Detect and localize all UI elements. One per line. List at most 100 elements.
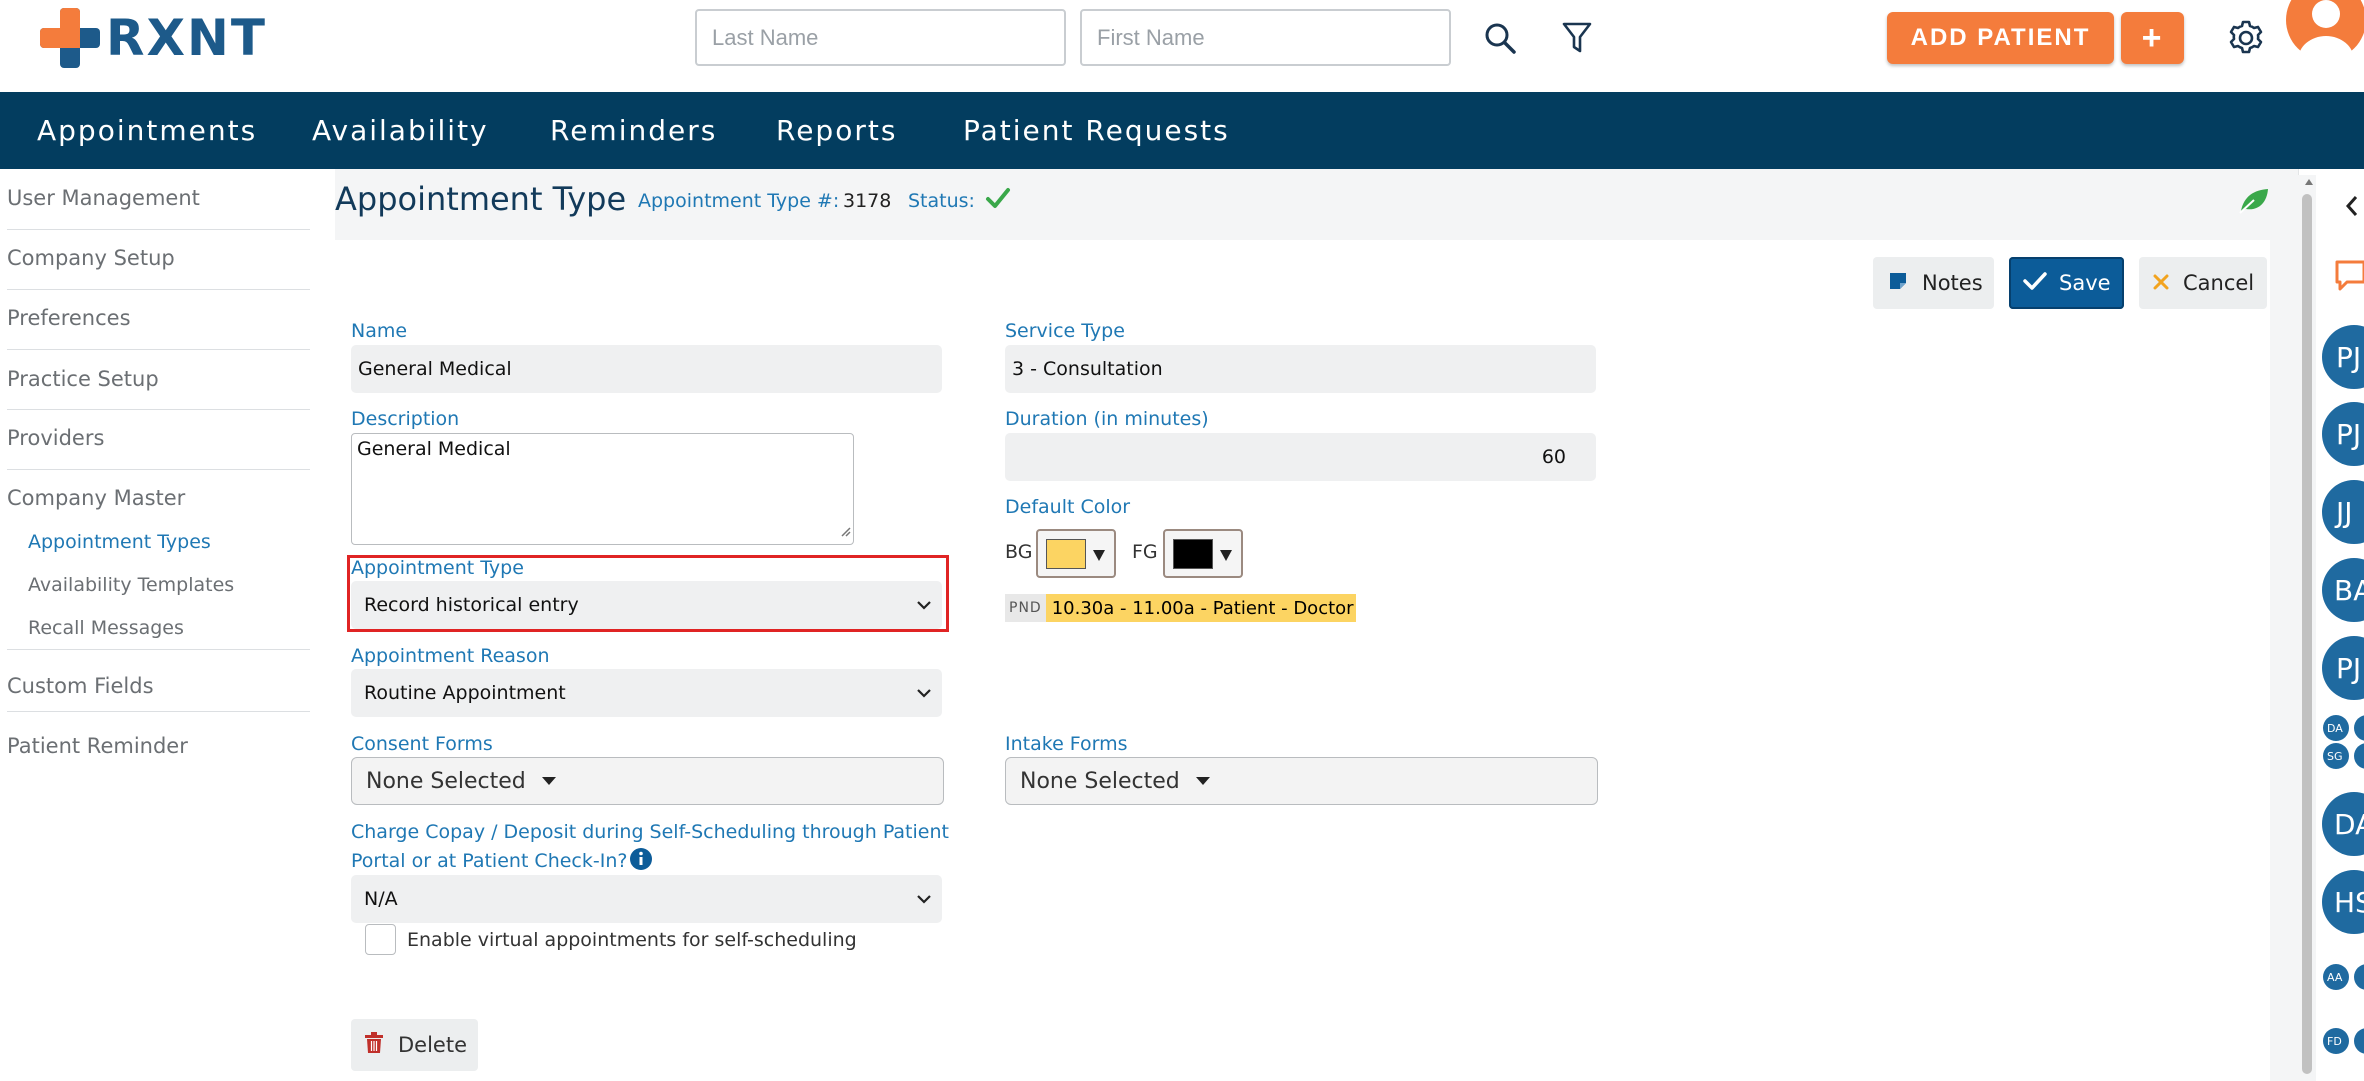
- bg-color-swatch: [1046, 539, 1086, 569]
- user-avatar[interactable]: [2286, 0, 2364, 72]
- info-icon[interactable]: [629, 847, 653, 876]
- caret-down-icon: [541, 777, 556, 785]
- notes-button-label: Notes: [1922, 271, 1983, 295]
- sidebar-divider: [7, 649, 310, 650]
- status-label: Status:: [908, 190, 975, 212]
- service-type-input[interactable]: 3 - Consultation: [1005, 345, 1596, 393]
- rail-small-avatar[interactable]: DA: [2323, 715, 2349, 741]
- intake-forms-value: None Selected: [1020, 768, 1180, 794]
- consent-forms-select[interactable]: None Selected: [351, 757, 944, 805]
- sidebar-divider: [7, 349, 310, 350]
- sidebar-item-custom-fields[interactable]: Custom Fields: [7, 674, 154, 698]
- bg-color-picker[interactable]: [1036, 529, 1116, 578]
- first-name-input[interactable]: [1080, 9, 1451, 66]
- sidebar-item-company-setup[interactable]: Company Setup: [7, 246, 175, 270]
- fg-label: FG: [1132, 541, 1158, 563]
- description-label: Description: [351, 408, 460, 430]
- logo-cross-icon: [40, 8, 100, 68]
- service-type-label: Service Type: [1005, 320, 1125, 342]
- add-patient-button[interactable]: ADD PATIENT: [1887, 12, 2114, 64]
- scrollbar-thumb[interactable]: [2302, 194, 2312, 1074]
- sidebar-subitem-availability-templates[interactable]: Availability Templates: [28, 574, 234, 596]
- rail-small-avatar[interactable]: SG: [2323, 743, 2349, 769]
- sidebar-item-user-management[interactable]: User Management: [7, 186, 200, 210]
- intake-forms-select[interactable]: None Selected: [1005, 757, 1598, 805]
- page-title: Appointment Type: [335, 180, 627, 218]
- trash-icon: [364, 1031, 384, 1059]
- chevron-down-icon: [914, 683, 934, 703]
- consent-forms-value: None Selected: [366, 768, 526, 794]
- nav-reminders[interactable]: Reminders: [550, 114, 717, 147]
- nav-patient-requests[interactable]: Patient Requests: [963, 114, 1230, 147]
- last-name-input[interactable]: [695, 9, 1066, 66]
- status-check-icon: [985, 186, 1011, 215]
- appointment-type-number-label: Appointment Type #:: [638, 190, 840, 212]
- appointment-type-select[interactable]: Record historical entry: [351, 581, 942, 629]
- sidebar-item-patient-reminder[interactable]: Patient Reminder: [7, 734, 188, 758]
- rail-small-avatar[interactable]: FD: [2323, 1028, 2349, 1054]
- appointment-type-value: Record historical entry: [364, 594, 579, 616]
- search-icon[interactable]: [1476, 14, 1524, 62]
- cancel-button[interactable]: Cancel: [2139, 257, 2267, 309]
- sidebar-item-practice-setup[interactable]: Practice Setup: [7, 367, 159, 391]
- appointment-type-number-value: 3178: [843, 190, 892, 212]
- description-text: General Medical: [357, 438, 511, 460]
- sidebar-subitem-recall-messages[interactable]: Recall Messages: [28, 617, 184, 639]
- scroll-up-icon[interactable]: [2304, 173, 2314, 191]
- appointment-reason-value: Routine Appointment: [364, 682, 566, 704]
- charge-copay-label-line2: Portal or at Patient Check-In?: [351, 850, 628, 872]
- add-plus-button[interactable]: +: [2121, 12, 2184, 64]
- sidebar-divider: [7, 289, 310, 290]
- settings-sidebar: User Management Company Setup Preference…: [0, 169, 315, 1081]
- gear-icon[interactable]: [2222, 14, 2270, 62]
- sidebar-divider: [7, 711, 310, 712]
- sidebar-item-providers[interactable]: Providers: [7, 426, 104, 450]
- caret-down-icon: [1093, 550, 1105, 561]
- save-button[interactable]: Save: [2009, 257, 2124, 309]
- nav-reports[interactable]: Reports: [776, 114, 897, 147]
- note-icon: [1888, 271, 1908, 296]
- intake-forms-label: Intake Forms: [1005, 733, 1128, 755]
- collapse-chevron-icon[interactable]: [2344, 194, 2358, 223]
- color-preview: PND 10.30a - 11.00a - Patient - Doctor: [1005, 594, 1356, 622]
- resize-handle-icon[interactable]: [839, 520, 851, 542]
- delete-button[interactable]: Delete: [351, 1019, 478, 1071]
- delete-button-label: Delete: [398, 1033, 467, 1057]
- top-bar: RXNT ADD PATIENT +: [0, 0, 2364, 92]
- virtual-appointments-label: Enable virtual appointments for self-sch…: [407, 929, 857, 951]
- chat-icon[interactable]: [2335, 258, 2364, 297]
- bg-label: BG: [1005, 541, 1033, 563]
- rxnt-logo[interactable]: RXNT: [40, 8, 267, 68]
- cancel-button-label: Cancel: [2183, 271, 2255, 295]
- charge-copay-select[interactable]: N/A: [351, 875, 942, 923]
- description-textarea[interactable]: General Medical: [351, 433, 854, 545]
- default-color-label: Default Color: [1005, 496, 1131, 518]
- appointment-reason-label: Appointment Reason: [351, 645, 550, 667]
- caret-down-icon: [1195, 777, 1210, 785]
- appointment-reason-select[interactable]: Routine Appointment: [351, 669, 942, 717]
- nav-availability[interactable]: Availability: [312, 114, 489, 147]
- sidebar-item-preferences[interactable]: Preferences: [7, 306, 131, 330]
- sidebar-divider: [7, 409, 310, 410]
- rail-small-avatar[interactable]: AA: [2323, 964, 2349, 990]
- virtual-appointments-checkbox[interactable]: [365, 924, 396, 955]
- save-button-label: Save: [2059, 271, 2111, 295]
- name-label: Name: [351, 320, 408, 342]
- sidebar-item-company-master[interactable]: Company Master: [7, 486, 185, 510]
- notes-button[interactable]: Notes: [1873, 257, 1994, 309]
- caret-down-icon: [1220, 550, 1232, 561]
- sidebar-subitem-appointment-types[interactable]: Appointment Types: [28, 531, 211, 553]
- charge-copay-label-line1: Charge Copay / Deposit during Self-Sched…: [351, 821, 949, 843]
- nav-appointments[interactable]: Appointments: [37, 114, 257, 147]
- fg-color-swatch: [1173, 539, 1213, 569]
- duration-input[interactable]: 60: [1005, 433, 1596, 481]
- leaf-icon[interactable]: [2238, 186, 2270, 219]
- consent-forms-label: Consent Forms: [351, 733, 493, 755]
- charge-copay-value: N/A: [364, 888, 398, 910]
- preview-text: 10.30a - 11.00a - Patient - Doctor: [1045, 594, 1356, 622]
- name-input[interactable]: General Medical: [351, 345, 942, 393]
- filter-icon[interactable]: [1553, 14, 1601, 62]
- chevron-down-icon: [914, 889, 934, 909]
- chevron-down-icon: [914, 595, 934, 615]
- fg-color-picker[interactable]: [1163, 529, 1243, 578]
